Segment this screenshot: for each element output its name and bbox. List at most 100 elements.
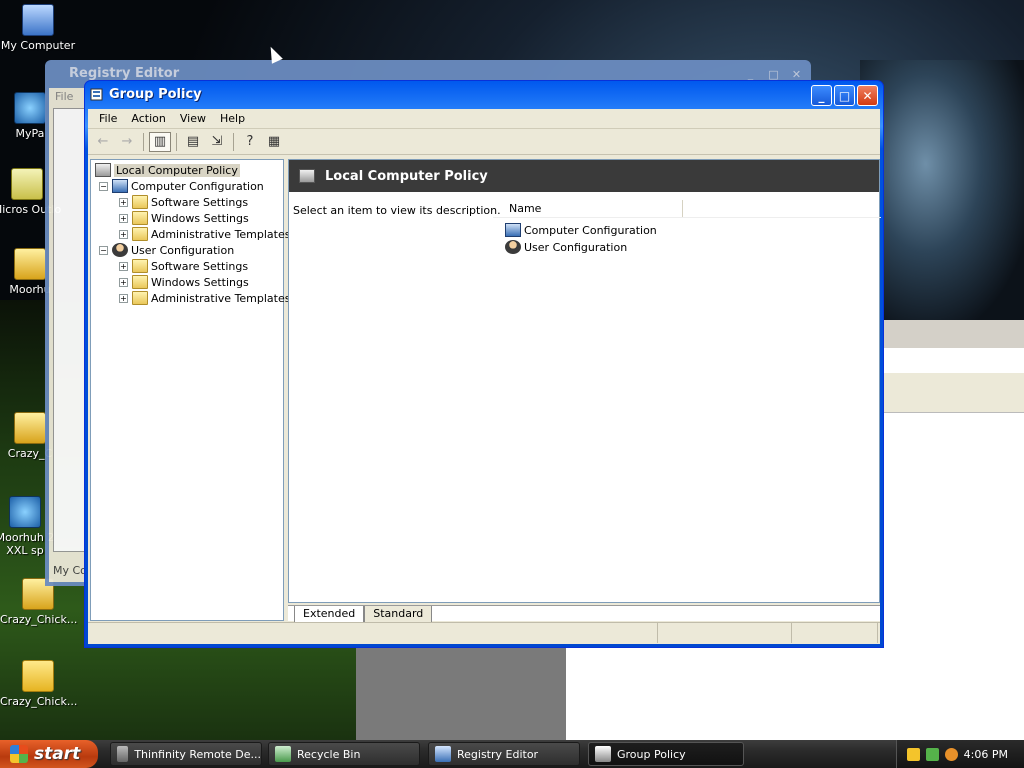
tree-item-label: Administrative Templates bbox=[151, 227, 291, 241]
task-label: Group Policy bbox=[617, 747, 686, 761]
desktop-icon-crazy-chick-folder[interactable]: Crazy_Chick... bbox=[0, 660, 78, 708]
task-registry-editor[interactable]: Registry Editor bbox=[428, 742, 580, 766]
properties-button[interactable]: ▤ bbox=[182, 132, 204, 152]
windows-logo-icon bbox=[10, 745, 28, 763]
desktop-icon-label: Crazy_Chick... bbox=[0, 695, 78, 708]
user-icon bbox=[112, 243, 128, 257]
tree-item-computer-configuration[interactable]: − Computer Configuration bbox=[99, 178, 264, 194]
list-item-label: User Configuration bbox=[524, 240, 628, 254]
toolbar-separator bbox=[143, 132, 144, 151]
tree-item-user-software-settings[interactable]: + Software Settings bbox=[119, 258, 248, 274]
menu-file[interactable]: File bbox=[92, 112, 124, 125]
list-item-computer-configuration[interactable]: Computer Configuration bbox=[505, 222, 657, 238]
task-label: Thinfinity Remote De... bbox=[134, 747, 261, 761]
desktop-icon-my-computer[interactable]: My Computer bbox=[0, 4, 76, 52]
task-label: Registry Editor bbox=[457, 747, 539, 761]
expand-icon[interactable]: + bbox=[119, 197, 128, 207]
clock-icon bbox=[11, 168, 43, 200]
console-tree[interactable]: Local Computer Policy − Computer Configu… bbox=[90, 159, 291, 621]
back-arrow-icon: ← bbox=[97, 134, 109, 149]
taskbar: start Thinfinity Remote De... Recycle Bi… bbox=[0, 740, 1024, 768]
status-panel bbox=[792, 623, 878, 643]
back-button[interactable]: ← bbox=[92, 132, 114, 152]
group-policy-window[interactable]: Group Policy _ □ ✕ File Action View Help… bbox=[84, 80, 884, 648]
tree-item-user-windows-settings[interactable]: + Windows Settings bbox=[119, 274, 249, 290]
minimize-icon: _ bbox=[818, 88, 825, 103]
desktop-icon-label: My Computer bbox=[0, 39, 76, 52]
registry-tree-pane[interactable] bbox=[53, 108, 87, 552]
status-panel bbox=[88, 623, 658, 643]
action-pane-button[interactable]: ▦ bbox=[263, 132, 285, 152]
expand-icon[interactable]: + bbox=[119, 261, 128, 271]
tree-item-label: Administrative Templates bbox=[151, 291, 291, 305]
window-controls: _ □ ✕ bbox=[811, 85, 878, 106]
maximize-icon: □ bbox=[838, 88, 851, 103]
show-hide-tree-button[interactable]: ▥ bbox=[149, 131, 171, 152]
start-button[interactable]: start bbox=[0, 740, 98, 768]
menu-help[interactable]: Help bbox=[213, 112, 252, 125]
task-recycle-bin[interactable]: Recycle Bin bbox=[268, 742, 420, 766]
title-bar[interactable]: Group Policy _ □ ✕ bbox=[85, 81, 883, 109]
zip-icon bbox=[14, 412, 46, 444]
export-icon: ⇲ bbox=[211, 134, 223, 149]
action-pane-icon: ▦ bbox=[267, 134, 281, 149]
network-icon[interactable] bbox=[925, 747, 939, 761]
properties-icon: ▤ bbox=[186, 134, 200, 149]
details-pane[interactable]: Local Computer Policy Select an item to … bbox=[288, 159, 881, 603]
game-icon bbox=[14, 92, 46, 124]
security-shield-icon[interactable] bbox=[906, 747, 920, 761]
minimize-button[interactable]: _ bbox=[811, 85, 832, 106]
tab-extended[interactable]: Extended bbox=[294, 605, 365, 622]
clock[interactable]: 4:06 PM bbox=[964, 748, 1008, 761]
tree-item-administrative-templates[interactable]: + Administrative Templates bbox=[119, 226, 291, 242]
tree-item-windows-settings[interactable]: + Windows Settings bbox=[119, 210, 249, 226]
folder-icon bbox=[132, 275, 148, 289]
forward-button[interactable]: → bbox=[116, 132, 138, 152]
menu-view[interactable]: View bbox=[173, 112, 213, 125]
column-header-name[interactable]: Name bbox=[493, 200, 683, 217]
list-item-label: Computer Configuration bbox=[524, 223, 657, 237]
expand-icon[interactable]: + bbox=[119, 229, 128, 239]
expand-icon[interactable]: + bbox=[119, 213, 128, 223]
description-text: Select an item to view its description. bbox=[293, 204, 501, 217]
collapse-icon[interactable]: − bbox=[99, 245, 108, 255]
desktop-wallpaper-sky bbox=[860, 60, 1024, 320]
help-button[interactable]: ? bbox=[239, 132, 261, 152]
tree-item-user-configuration[interactable]: − User Configuration bbox=[99, 242, 234, 258]
computer-icon bbox=[505, 223, 521, 237]
folder-icon bbox=[132, 211, 148, 225]
policy-icon bbox=[95, 163, 111, 177]
folder-icon bbox=[22, 660, 54, 692]
expand-icon[interactable]: + bbox=[119, 293, 128, 303]
tab-standard[interactable]: Standard bbox=[364, 605, 433, 622]
expand-icon[interactable]: + bbox=[119, 277, 128, 287]
help-icon: ? bbox=[246, 134, 254, 149]
tree-item-label: Windows Settings bbox=[151, 275, 249, 289]
toolbar: ← → ▥ ▤ ⇲ ? ▦ bbox=[88, 129, 880, 155]
system-tray: 4:06 PM bbox=[896, 740, 1024, 768]
toolbar-separator bbox=[233, 132, 234, 151]
tree-item-label: User Configuration bbox=[131, 243, 235, 257]
start-label: start bbox=[34, 744, 81, 764]
search-icon[interactable] bbox=[944, 747, 958, 761]
list-header: Name bbox=[493, 200, 881, 218]
tree-item-software-settings[interactable]: + Software Settings bbox=[119, 194, 248, 210]
status-panel bbox=[658, 623, 792, 643]
maximize-button[interactable]: □ bbox=[834, 85, 855, 106]
desktop-icon-label: Crazy_Chick... bbox=[0, 613, 78, 626]
tree-item-user-administrative-templates[interactable]: + Administrative Templates bbox=[119, 290, 291, 306]
menu-action[interactable]: Action bbox=[124, 112, 172, 125]
menu-bar: File Action View Help bbox=[88, 109, 880, 129]
toolbar-separator bbox=[176, 132, 177, 151]
tree-item-root[interactable]: Local Computer Policy bbox=[95, 162, 240, 178]
close-button[interactable]: ✕ bbox=[857, 85, 878, 106]
collapse-icon[interactable]: − bbox=[99, 181, 108, 191]
tree-item-label: Software Settings bbox=[151, 195, 249, 209]
list-item-user-configuration[interactable]: User Configuration bbox=[505, 239, 627, 255]
export-list-button[interactable]: ⇲ bbox=[206, 132, 228, 152]
computer-icon bbox=[112, 179, 128, 193]
window-title: Group Policy bbox=[109, 87, 202, 102]
game-icon bbox=[9, 496, 41, 528]
task-thinfinity[interactable]: Thinfinity Remote De... bbox=[110, 742, 262, 766]
task-group-policy[interactable]: Group Policy bbox=[588, 742, 744, 766]
